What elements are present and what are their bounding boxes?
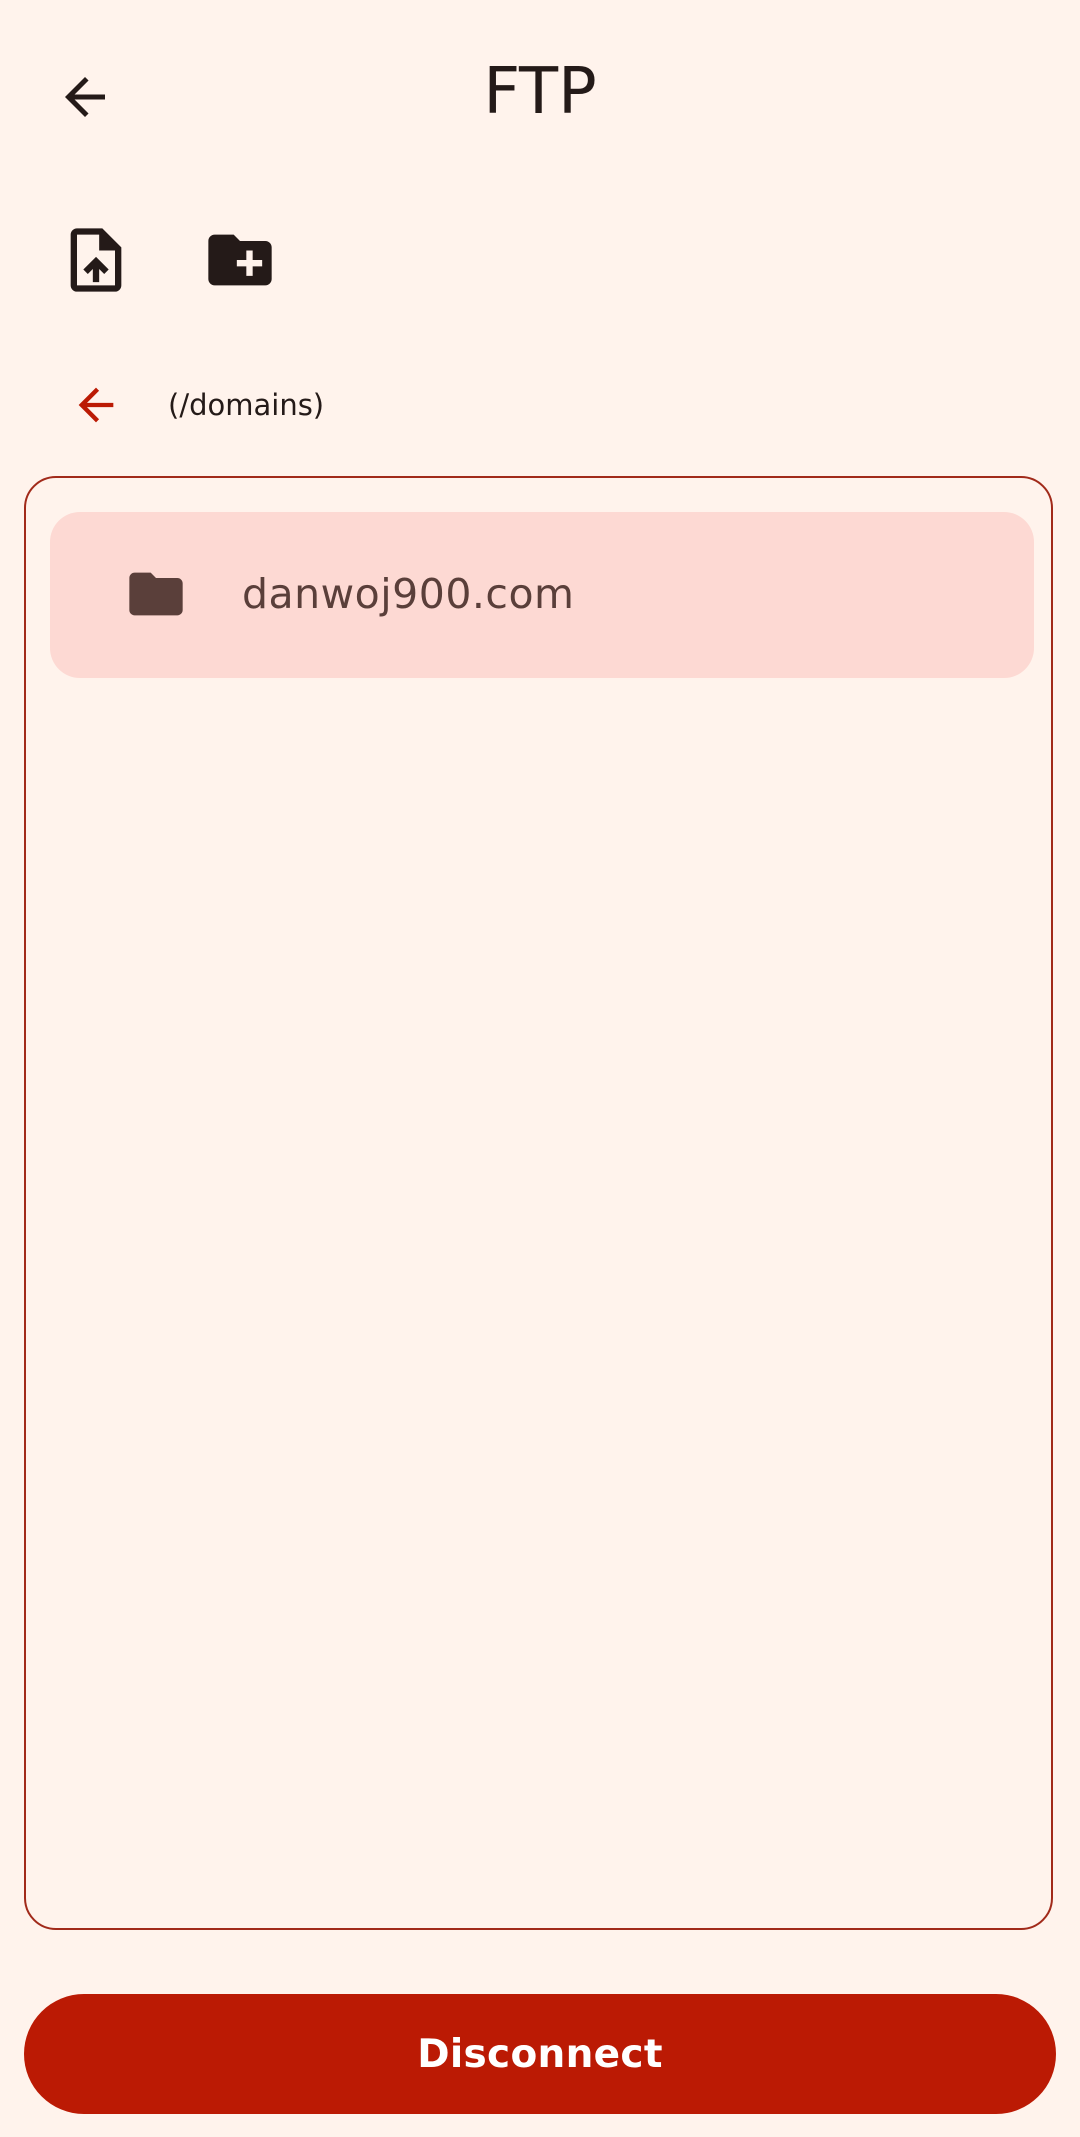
create-new-folder-icon	[208, 234, 272, 286]
page-title: FTP	[483, 55, 597, 129]
breadcrumb: (/domains)	[0, 365, 1080, 445]
file-name: danwoj900.com	[242, 570, 575, 618]
file-upload-icon	[70, 228, 122, 292]
upload-file-button[interactable]	[46, 210, 146, 310]
top-app-bar: FTP	[0, 0, 1080, 185]
current-path: (/domains)	[168, 388, 325, 422]
parent-directory-button[interactable]	[56, 365, 136, 445]
disconnect-button[interactable]: Disconnect	[24, 1994, 1056, 2114]
list-item[interactable]: danwoj900.com	[50, 512, 1034, 678]
new-folder-button[interactable]	[190, 210, 290, 310]
folder-icon	[129, 572, 183, 616]
arrow-back-icon	[78, 387, 114, 423]
file-list[interactable]: danwoj900.com	[24, 476, 1053, 1930]
action-toolbar	[0, 210, 1080, 310]
